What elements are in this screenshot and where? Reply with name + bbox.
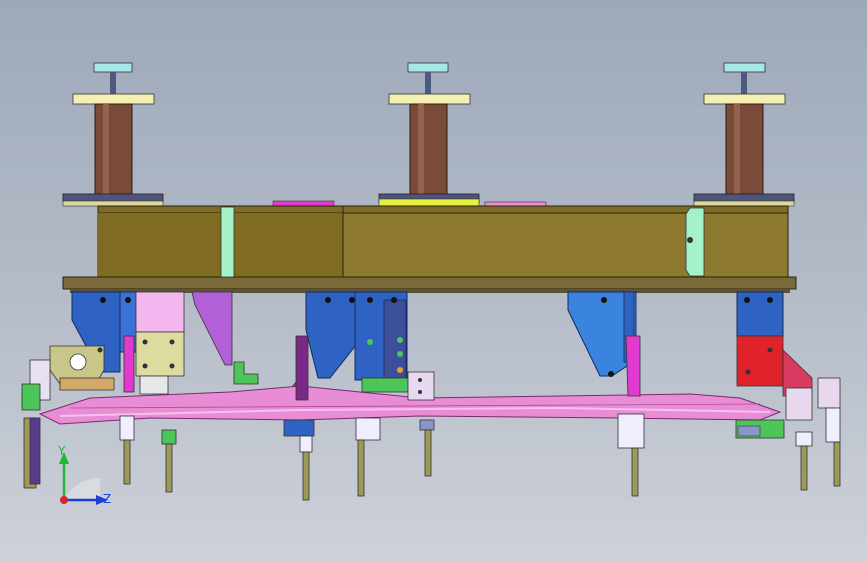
locating-pin-2[interactable]: [161, 429, 177, 493]
locating-pin-3[interactable]: [283, 419, 315, 501]
clamp-green-small[interactable]: [233, 361, 259, 385]
lifting-post-right[interactable]: [693, 62, 795, 207]
locating-pin-8[interactable]: [825, 407, 841, 487]
locating-pin-7[interactable]: [795, 431, 813, 491]
triad-y-label: Y: [58, 444, 66, 458]
bracket-far-right[interactable]: [736, 291, 784, 337]
bracket-center-left[interactable]: [305, 291, 361, 379]
lifting-post-left[interactable]: [62, 62, 164, 207]
bracket-center-right[interactable]: [354, 291, 408, 381]
locating-pin-4[interactable]: [355, 417, 381, 497]
support-post-magenta-2[interactable]: [625, 335, 641, 397]
beam-clamp-band-left[interactable]: [220, 206, 235, 278]
locating-pin-6[interactable]: [617, 413, 645, 497]
gusset-purple-left[interactable]: [191, 291, 233, 366]
plate-pink-left[interactable]: [135, 291, 185, 333]
beam-clamp-band-right[interactable]: [685, 207, 705, 277]
locating-pin-far-left[interactable]: [23, 417, 41, 489]
triad-z-label: Z: [103, 492, 112, 506]
axis-triad: [59, 452, 108, 505]
locating-pin-5[interactable]: [419, 419, 435, 477]
support-post-magenta-1[interactable]: [295, 335, 309, 401]
locator-unit-left[interactable]: [123, 331, 185, 395]
locator-unit-right[interactable]: [735, 335, 841, 439]
lifting-post-center[interactable]: [378, 62, 480, 207]
cad-viewport[interactable]: Y Z: [0, 0, 867, 562]
bracket-right[interactable]: [567, 291, 637, 377]
